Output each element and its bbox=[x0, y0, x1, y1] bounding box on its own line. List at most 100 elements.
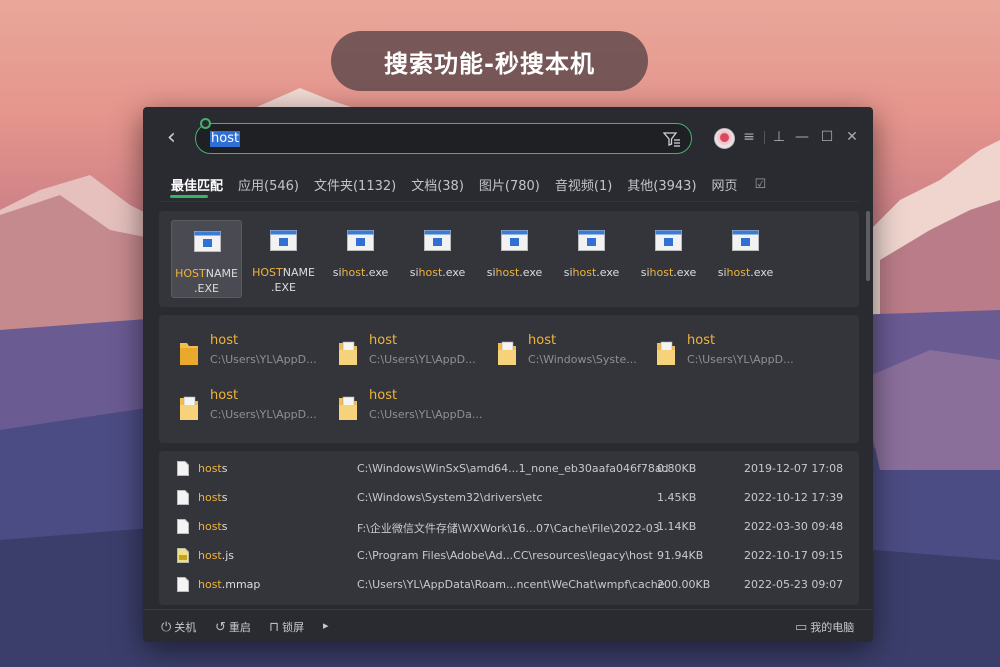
file-row[interactable]: host.js C:\Program Files\Adobe\Ad...CC\r… bbox=[159, 542, 859, 571]
file-icon bbox=[177, 490, 189, 505]
file-date: 2019-12-07 17:08 bbox=[744, 462, 844, 475]
tab-other[interactable]: 其他(3943) bbox=[627, 175, 696, 194]
file-row[interactable]: hosts F:\企业微信文件存储\WXWork\16...07\Cache\F… bbox=[159, 513, 859, 542]
edit-tabs-icon[interactable]: ☑ bbox=[755, 177, 767, 192]
file-icon bbox=[177, 519, 189, 534]
folder-item[interactable]: host C:\Users\YL\AppD... bbox=[178, 333, 333, 373]
my-computer-button[interactable]: ▭ 我的电脑 bbox=[795, 619, 854, 635]
folder-with-files-icon bbox=[498, 341, 516, 365]
files-panel: hosts C:\Windows\WinSxS\amd64...1_none_e… bbox=[159, 451, 859, 605]
folder-name: host bbox=[210, 333, 239, 348]
feature-banner: 搜索功能-秒搜本机 bbox=[331, 31, 648, 91]
file-name-highlight: host bbox=[198, 578, 222, 591]
app-tile[interactable]: sihost.exe bbox=[479, 220, 550, 298]
file-name-highlight: host bbox=[198, 491, 222, 504]
app-name-rest: NAME bbox=[205, 267, 238, 280]
app-name-rest: .exe bbox=[750, 266, 774, 279]
file-path: C:\Users\YL\AppData\Roam...ncent\WeChat\… bbox=[357, 578, 665, 591]
file-row[interactable]: host.mmap C:\Users\YL\AppData\Roam...nce… bbox=[159, 571, 859, 600]
my-computer-label: 我的电脑 bbox=[810, 621, 855, 634]
folder-with-files-icon bbox=[339, 396, 357, 420]
app-name-highlight: host bbox=[341, 266, 366, 279]
tab-apps[interactable]: 应用(546) bbox=[238, 175, 299, 194]
app-tile[interactable]: sihost.exe bbox=[633, 220, 704, 298]
exe-icon bbox=[578, 230, 605, 251]
file-size: 91.94KB bbox=[657, 549, 704, 562]
search-input[interactable]: host bbox=[195, 118, 692, 154]
restart-label: 重启 bbox=[228, 621, 251, 634]
monitor-icon: ▭ bbox=[795, 619, 808, 635]
file-row[interactable]: hosts C:\Windows\WinSxS\amd64...1_none_e… bbox=[159, 455, 859, 484]
tab-media[interactable]: 音视频(1) bbox=[555, 175, 612, 194]
app-name-rest: .exe bbox=[596, 266, 620, 279]
app-tile[interactable]: sihost.exe bbox=[556, 220, 627, 298]
folder-with-files-icon bbox=[339, 341, 357, 365]
file-name-highlight: host bbox=[198, 520, 222, 533]
play-arrow-icon: ▸ bbox=[323, 619, 329, 632]
tab-images[interactable]: 图片(780) bbox=[479, 175, 540, 194]
results-scrollbar[interactable] bbox=[866, 211, 870, 281]
app-name-prefix: si bbox=[486, 266, 496, 279]
tab-folders[interactable]: 文件夹(1132) bbox=[314, 175, 396, 194]
app-name-rest: .exe bbox=[519, 266, 543, 279]
app-tile[interactable]: HOSTNAME .EXE bbox=[171, 220, 242, 298]
menu-icon[interactable]: ≡ bbox=[740, 127, 758, 147]
file-name-highlight: host bbox=[198, 549, 222, 562]
maximize-icon[interactable]: ☐ bbox=[818, 127, 836, 147]
pin-icon[interactable]: ⊥ bbox=[770, 127, 788, 147]
folder-with-files-icon bbox=[180, 396, 198, 420]
file-path: C:\Windows\WinSxS\amd64...1_none_eb30aaf… bbox=[357, 462, 669, 475]
tab-web[interactable]: 网页 bbox=[712, 175, 738, 194]
filter-icon[interactable] bbox=[663, 131, 681, 147]
back-icon[interactable]: ‹ bbox=[167, 127, 187, 149]
exe-icon bbox=[424, 230, 451, 251]
folder-item[interactable]: host C:\Users\YL\AppD... bbox=[178, 388, 333, 428]
app-tile[interactable]: sihost.exe bbox=[402, 220, 473, 298]
exe-icon bbox=[732, 230, 759, 251]
app-name-highlight: host bbox=[726, 266, 751, 279]
exe-icon bbox=[501, 230, 528, 251]
app-tile[interactable]: sihost.exe bbox=[710, 220, 781, 298]
divider bbox=[159, 201, 859, 202]
app-name-prefix: si bbox=[717, 266, 727, 279]
file-icon bbox=[177, 577, 189, 592]
minimize-icon[interactable]: — bbox=[793, 127, 811, 147]
lock-button[interactable]: ⊓ 锁屏 bbox=[269, 619, 304, 635]
more-button[interactable]: ▸ bbox=[323, 619, 329, 632]
restart-button[interactable]: ↺ 重启 bbox=[215, 619, 251, 635]
file-row[interactable]: hosts C:\Windows\System32\drivers\etc 1.… bbox=[159, 484, 859, 513]
apps-panel: HOSTNAME .EXE HOSTNAME .EXE sihost.exe sih… bbox=[159, 211, 859, 307]
app-name-highlight: HOST bbox=[252, 266, 283, 279]
file-path: C:\Windows\System32\drivers\etc bbox=[357, 491, 543, 504]
app-name-prefix: si bbox=[563, 266, 573, 279]
app-tile[interactable]: HOSTNAME .EXE bbox=[248, 220, 319, 298]
folder-item[interactable]: host C:\Users\YL\AppD... bbox=[655, 333, 810, 373]
file-name-rest: .mmap bbox=[221, 578, 261, 591]
shutdown-button[interactable]: ⏻ 关机 bbox=[161, 619, 196, 635]
search-query-text[interactable]: host bbox=[210, 131, 241, 147]
tab-best-match[interactable]: 最佳匹配 bbox=[171, 175, 223, 194]
tab-documents[interactable]: 文档(38) bbox=[411, 175, 464, 194]
app-name-rest: NAME bbox=[282, 266, 315, 279]
close-icon[interactable]: ✕ bbox=[843, 127, 861, 147]
file-date: 2022-05-23 09:07 bbox=[744, 578, 844, 591]
app-name-rest: .exe bbox=[442, 266, 466, 279]
folder-item[interactable]: host C:\Windows\Syste... bbox=[496, 333, 651, 373]
folder-name: host bbox=[528, 333, 557, 348]
app-name-highlight: host bbox=[649, 266, 674, 279]
folder-item[interactable]: host C:\Users\YL\AppDa... bbox=[337, 388, 492, 428]
file-date: 2022-10-12 17:39 bbox=[744, 491, 844, 504]
app-name-ext: .EXE bbox=[194, 282, 219, 295]
search-window: ‹ host ≡ ⊥ — ☐ ✕ 最佳匹配 应用(546) 文件夹(1132) … bbox=[143, 107, 873, 642]
folder-path: C:\Windows\Syste... bbox=[528, 353, 637, 366]
folder-item[interactable]: host C:\Users\YL\AppD... bbox=[337, 333, 492, 373]
folder-path: C:\Users\YL\AppD... bbox=[369, 353, 476, 366]
lock-icon: ⊓ bbox=[269, 619, 280, 635]
user-avatar[interactable] bbox=[714, 128, 735, 149]
exe-icon bbox=[270, 230, 297, 251]
file-name-rest: s bbox=[221, 491, 228, 504]
app-tile[interactable]: sihost.exe bbox=[325, 220, 396, 298]
file-name-rest: s bbox=[221, 520, 228, 533]
folder-name: host bbox=[687, 333, 716, 348]
file-size: 1.14KB bbox=[657, 520, 697, 533]
